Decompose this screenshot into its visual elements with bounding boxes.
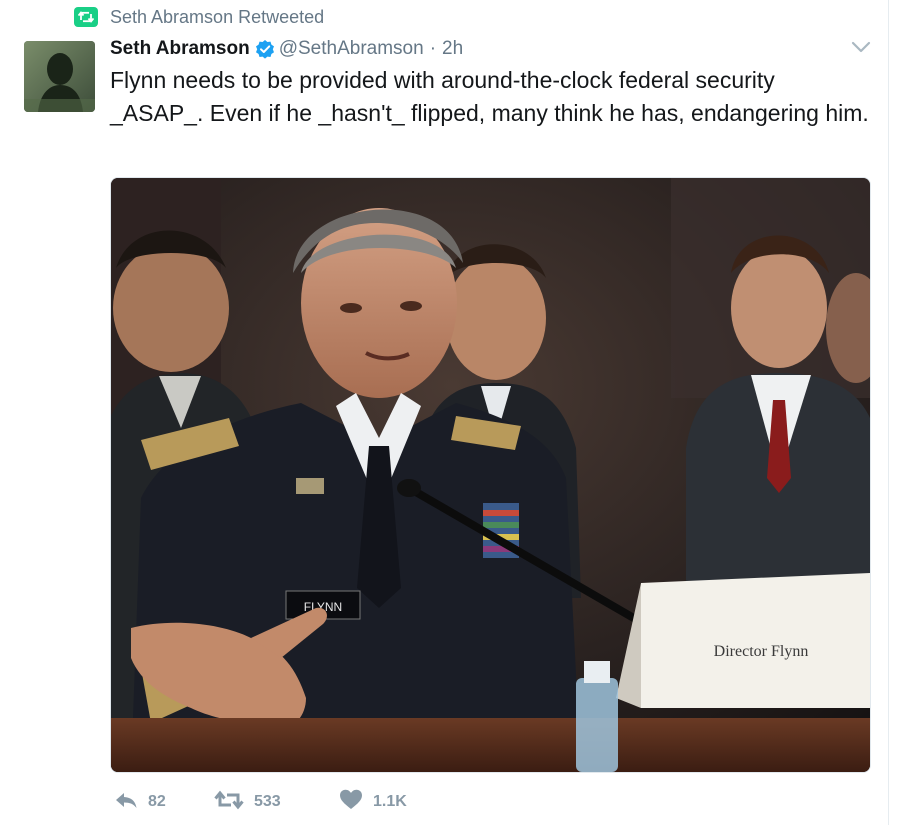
avatar[interactable] [24, 41, 95, 112]
author-name[interactable]: Seth Abramson [110, 38, 250, 60]
separator-dot: · [429, 38, 437, 59]
chevron-down-icon[interactable] [850, 38, 872, 56]
retweet-icon [214, 790, 244, 815]
retweet-button[interactable]: 533 [214, 790, 339, 815]
retweet-icon [74, 7, 98, 27]
author-handle[interactable]: @SethAbramson [279, 38, 424, 60]
heart-icon [339, 789, 363, 815]
reply-button[interactable]: 82 [114, 791, 214, 814]
retweeted-by-label[interactable]: Seth Abramson Retweeted [110, 7, 324, 28]
tweet-photo[interactable]: FLYNN Director Flynn [110, 177, 871, 773]
placard-text: Director Flynn [714, 643, 809, 660]
tweet-text: Flynn needs to be provided with around-t… [110, 67, 869, 126]
retweet-banner: Seth Abramson Retweeted [74, 5, 324, 29]
verified-badge-icon [255, 39, 275, 59]
like-button[interactable]: 1.1K [339, 789, 407, 815]
like-count: 1.1K [373, 793, 407, 810]
timestamp-link[interactable]: 2h [442, 38, 463, 60]
tweet-card[interactable]: Seth Abramson Retweeted Seth Abramson @S… [0, 0, 889, 825]
tweet-actions: 82 533 1.1K [114, 789, 407, 815]
reply-count: 82 [148, 793, 166, 810]
retweet-count: 533 [254, 793, 281, 810]
tweet-header: Seth Abramson @SethAbramson · 2h [110, 35, 463, 63]
reply-icon [114, 791, 138, 814]
